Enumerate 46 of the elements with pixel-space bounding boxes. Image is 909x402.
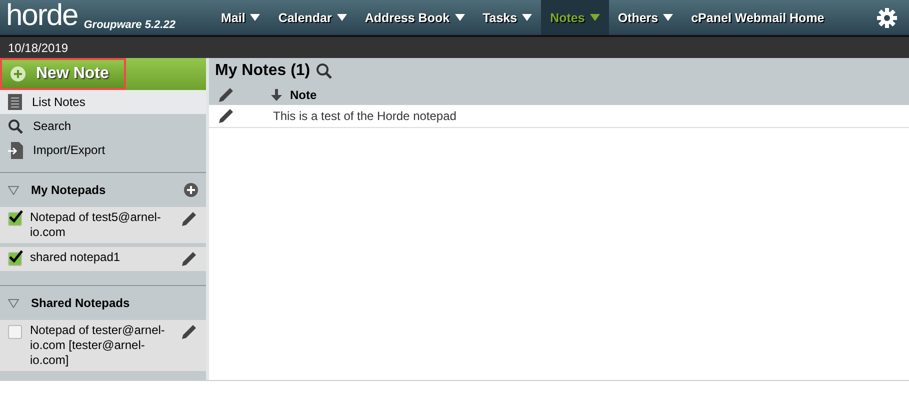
checkbox[interactable]	[8, 212, 22, 226]
caret-icon	[336, 14, 347, 21]
menu-item[interactable]: Notes	[541, 0, 609, 35]
menu-item[interactable]: Mail	[212, 0, 270, 35]
current-date: 10/18/2019	[8, 40, 68, 54]
checkbox[interactable]	[8, 252, 22, 266]
notepad-item[interactable]: Notepad of test5@arnel-io.com	[0, 207, 206, 243]
sidebar-item[interactable]: Search	[0, 114, 206, 138]
sidebar-item[interactable]: Import/Export	[0, 138, 206, 162]
menu-item[interactable]: Address Book	[356, 0, 474, 35]
caret-icon	[663, 14, 674, 21]
pencil-icon[interactable]	[217, 107, 235, 125]
list-icon	[8, 94, 22, 110]
caret-icon	[250, 14, 260, 21]
pencil-icon[interactable]	[180, 210, 198, 228]
menu-item[interactable]: Others	[608, 0, 682, 35]
checkbox[interactable]	[8, 325, 22, 339]
menu-item[interactable]: cPanel Webmail Home	[682, 0, 834, 35]
notepad-item[interactable]: shared notepad1	[0, 247, 206, 271]
triangle-icon[interactable]	[8, 186, 19, 194]
settings-icon[interactable]	[877, 8, 897, 28]
plus-icon	[10, 66, 26, 82]
menu-item[interactable]: Tasks	[474, 0, 542, 35]
caret-icon	[522, 14, 532, 21]
notepad-name: shared notepad1	[30, 250, 122, 265]
section-title: My Notepads	[31, 183, 107, 197]
sidebar-item[interactable]: List Notes	[0, 90, 206, 114]
notepad-item[interactable]: Notepad of tester@arnel-io.com [tester@arnel-io.com]	[0, 320, 206, 371]
pencil-icon[interactable]	[180, 250, 198, 268]
page-title: My Notes (1)	[215, 62, 310, 80]
triangle-icon[interactable]	[8, 298, 19, 308]
column-header[interactable]: Note	[271, 88, 317, 102]
pencil-icon[interactable]	[180, 323, 198, 341]
notepad-name: Notepad of tester@arnel-io.com [tester@arnel-io.com]	[30, 323, 166, 368]
section-title: Shared Notepads	[31, 296, 131, 310]
product-version: Groupware 5.2.22	[84, 19, 176, 31]
notepad-name: Notepad of test5@arnel-io.com	[30, 210, 162, 240]
document-arrow-icon	[8, 142, 23, 158]
caret-icon	[454, 14, 465, 21]
note-cell[interactable]: This is a test of the Horde notepad	[273, 109, 456, 123]
search-icon	[8, 118, 23, 134]
menu-item[interactable]: Calendar	[269, 0, 356, 35]
caret-icon	[590, 14, 600, 21]
search-icon[interactable]	[316, 63, 332, 79]
logo: horde	[6, 1, 78, 31]
add-icon[interactable]	[184, 183, 198, 197]
